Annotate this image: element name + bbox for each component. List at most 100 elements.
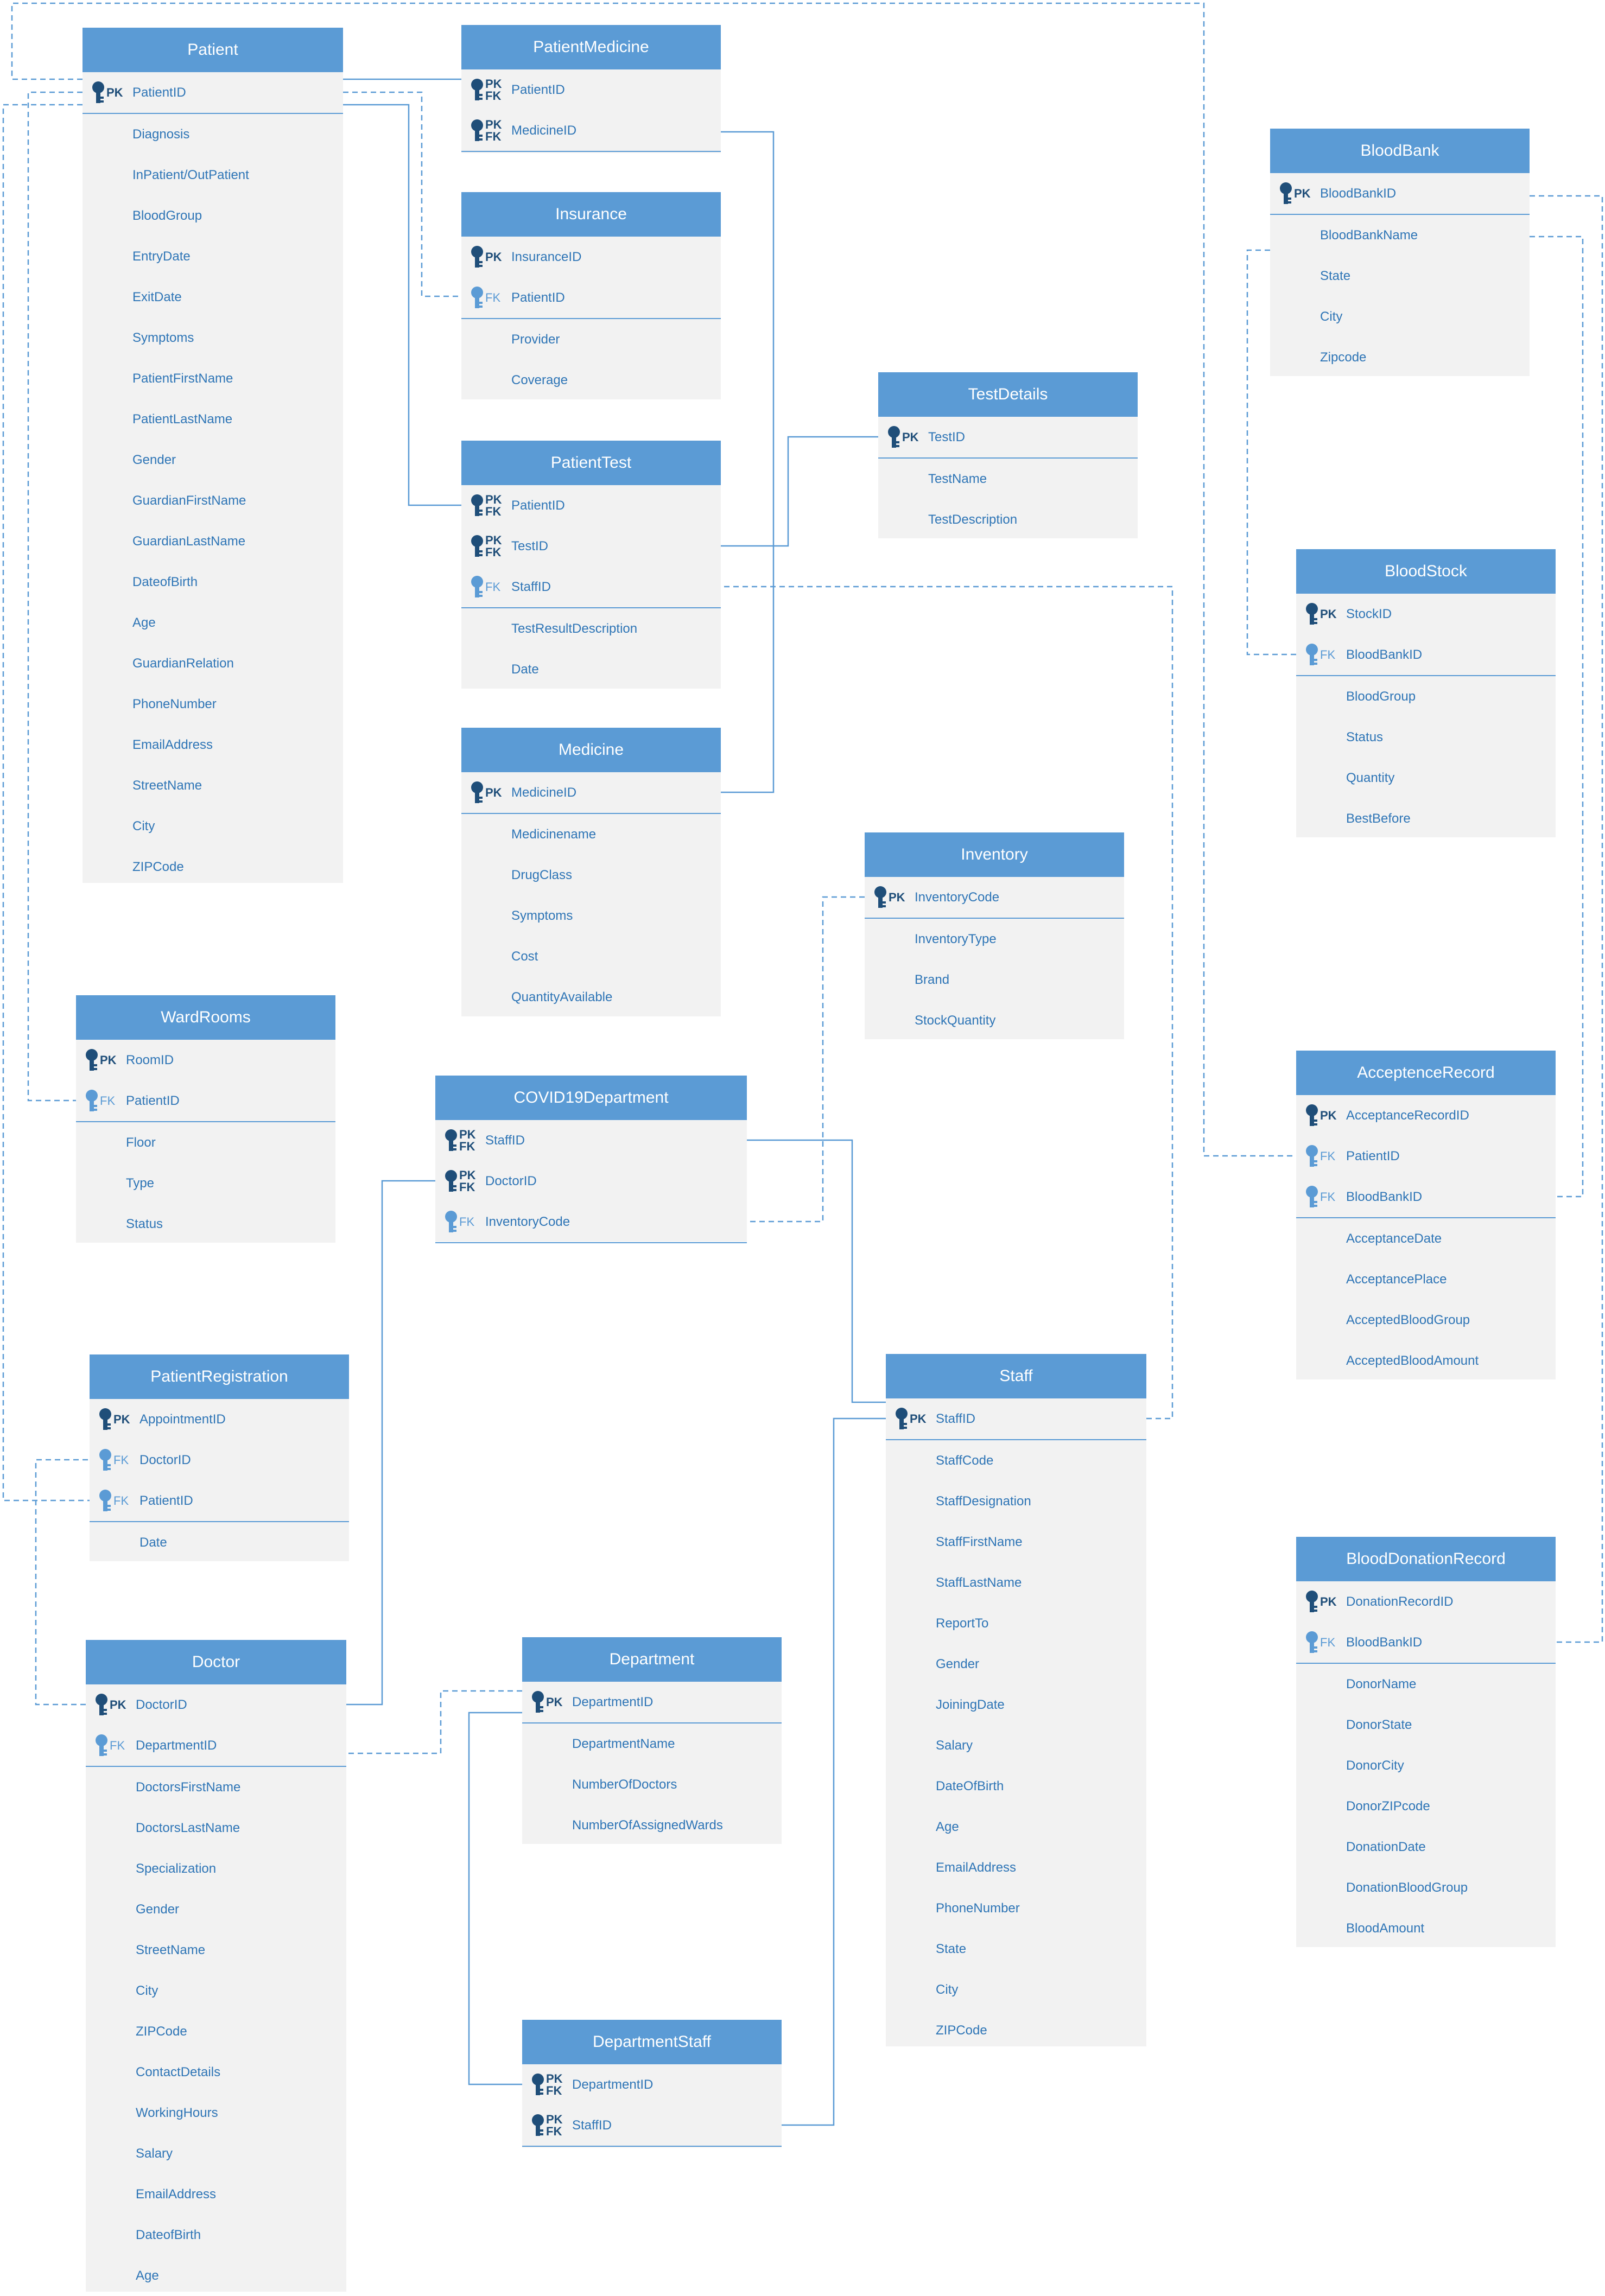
attribute-field[interactable]: BestBefore <box>1296 798 1556 839</box>
key-field[interactable]: PK FK TestID <box>461 526 721 567</box>
attribute-field[interactable]: Date <box>461 649 721 690</box>
attribute-field[interactable]: ZIPCode <box>886 2010 1146 2051</box>
attribute-field[interactable]: Medicinename <box>461 814 721 855</box>
attribute-field[interactable]: StaffCode <box>886 1440 1146 1481</box>
key-field[interactable]: PK FK StaffID <box>522 2105 782 2146</box>
attribute-field[interactable]: Status <box>1296 717 1556 758</box>
key-field[interactable]: FK BloodBankID <box>1296 1176 1556 1217</box>
attribute-field[interactable]: BloodGroup <box>1296 676 1556 717</box>
attribute-field[interactable]: Date <box>90 1522 349 1563</box>
attribute-field[interactable]: QuantityAvailable <box>461 977 721 1017</box>
attribute-field[interactable]: Brand <box>865 959 1124 1000</box>
key-field[interactable]: PK FK DoctorID <box>435 1161 747 1201</box>
attribute-field[interactable]: AcceptedBloodAmount <box>1296 1340 1556 1381</box>
key-field[interactable]: PK BloodBankID <box>1270 173 1530 214</box>
attribute-field[interactable]: City <box>886 1969 1146 2010</box>
key-field[interactable]: PK DonationRecordID <box>1296 1581 1556 1622</box>
attribute-field[interactable]: Symptoms <box>83 317 343 358</box>
attribute-field[interactable]: ZIPCode <box>86 2011 346 2052</box>
key-field[interactable]: PK StaffID <box>886 1398 1146 1439</box>
entity-covid19department[interactable]: COVID19Department PK FK StaffID PK FK DoctorID… <box>435 1076 747 1243</box>
entity-patienttest[interactable]: PatientTest PK FK PatientID PK FK TestID FK Staf… <box>461 441 721 689</box>
entity-patientregistration[interactable]: PatientRegistration PK AppointmentID FK Doct… <box>90 1354 349 1561</box>
attribute-field[interactable]: NumberOfDoctors <box>522 1764 782 1805</box>
attribute-field[interactable]: PhoneNumber <box>886 1888 1146 1929</box>
attribute-field[interactable]: StreetName <box>86 1930 346 1970</box>
entity-inventory[interactable]: Inventory PK InventoryCode InventoryType Bra… <box>865 832 1124 1039</box>
key-field[interactable]: FK BloodBankID <box>1296 1622 1556 1663</box>
attribute-field[interactable]: DonationDate <box>1296 1827 1556 1867</box>
attribute-field[interactable]: PatientFirstName <box>83 358 343 399</box>
attribute-field[interactable]: City <box>83 806 343 847</box>
entity-insurance[interactable]: Insurance PK InsuranceID FK PatientID Provide… <box>461 192 721 399</box>
key-field[interactable]: PK FK DepartmentID <box>522 2064 782 2105</box>
attribute-field[interactable]: BloodBankName <box>1270 215 1530 256</box>
key-field[interactable]: PK DoctorID <box>86 1684 346 1725</box>
entity-department[interactable]: Department PK DepartmentID DepartmentName Nu… <box>522 1637 782 1844</box>
key-field[interactable]: FK BloodBankID <box>1296 634 1556 675</box>
key-field[interactable]: PK PatientID <box>83 72 343 113</box>
attribute-field[interactable]: EmailAddress <box>86 2174 346 2215</box>
key-field[interactable]: FK PatientID <box>90 1480 349 1521</box>
attribute-field[interactable]: NumberOfAssignedWards <box>522 1805 782 1846</box>
attribute-field[interactable]: Gender <box>86 1889 346 1930</box>
key-field[interactable]: PK DepartmentID <box>522 1682 782 1722</box>
key-field[interactable]: FK StaffID <box>461 567 721 607</box>
attribute-field[interactable]: DonorZIPcode <box>1296 1786 1556 1827</box>
key-field[interactable]: FK DoctorID <box>90 1440 349 1480</box>
key-field[interactable]: PK MedicineID <box>461 772 721 813</box>
attribute-field[interactable]: Salary <box>886 1725 1146 1766</box>
key-field[interactable]: FK InventoryCode <box>435 1201 747 1242</box>
entity-blooddonationrecord[interactable]: BloodDonationRecord PK DonationRecordID FK B… <box>1296 1537 1556 1947</box>
attribute-field[interactable]: State <box>1270 256 1530 296</box>
key-field[interactable]: PK FK PatientID <box>461 485 721 526</box>
key-field[interactable]: PK AcceptanceRecordID <box>1296 1095 1556 1136</box>
key-field[interactable]: FK PatientID <box>76 1080 335 1121</box>
attribute-field[interactable]: ContactDetails <box>86 2052 346 2093</box>
key-field[interactable]: FK PatientID <box>461 277 721 318</box>
attribute-field[interactable]: BloodAmount <box>1296 1908 1556 1949</box>
entity-bloodstock[interactable]: BloodStock PK StockID FK BloodBankID BloodGro… <box>1296 549 1556 837</box>
key-field[interactable]: PK AppointmentID <box>90 1399 349 1440</box>
attribute-field[interactable]: State <box>886 1929 1146 1969</box>
attribute-field[interactable]: DonationBloodGroup <box>1296 1867 1556 1908</box>
attribute-field[interactable]: Gender <box>83 440 343 480</box>
attribute-field[interactable]: Quantity <box>1296 758 1556 798</box>
attribute-field[interactable]: DonorName <box>1296 1664 1556 1704</box>
attribute-field[interactable]: City <box>86 1970 346 2011</box>
attribute-field[interactable]: DateofBirth <box>83 562 343 602</box>
entity-testdetails[interactable]: TestDetails PK TestID TestName TestDescripti… <box>878 372 1138 538</box>
attribute-field[interactable]: InventoryType <box>865 919 1124 959</box>
key-field[interactable]: PK TestID <box>878 417 1138 457</box>
attribute-field[interactable]: AcceptanceDate <box>1296 1218 1556 1259</box>
key-field[interactable]: PK StockID <box>1296 594 1556 634</box>
attribute-field[interactable]: Age <box>83 602 343 643</box>
key-field[interactable]: PK InventoryCode <box>865 877 1124 918</box>
attribute-field[interactable]: DateOfBirth <box>886 1766 1146 1807</box>
attribute-field[interactable]: AcceptancePlace <box>1296 1259 1556 1300</box>
attribute-field[interactable]: DateofBirth <box>86 2215 346 2255</box>
entity-staff[interactable]: Staff PK StaffID StaffCode StaffDesignation S… <box>886 1354 1146 2046</box>
attribute-field[interactable]: Type <box>76 1163 335 1204</box>
attribute-field[interactable]: StockQuantity <box>865 1000 1124 1041</box>
key-field[interactable]: PK RoomID <box>76 1040 335 1080</box>
attribute-field[interactable]: StaffDesignation <box>886 1481 1146 1522</box>
attribute-field[interactable]: DoctorsLastName <box>86 1808 346 1848</box>
entity-doctor[interactable]: Doctor PK DoctorID FK DepartmentID DoctorsFir… <box>86 1640 346 2292</box>
attribute-field[interactable]: TestDescription <box>878 499 1138 540</box>
attribute-field[interactable]: Gender <box>886 1644 1146 1684</box>
attribute-field[interactable]: TestResultDescription <box>461 608 721 649</box>
attribute-field[interactable]: JoiningDate <box>886 1684 1146 1725</box>
attribute-field[interactable]: StaffFirstName <box>886 1522 1146 1562</box>
attribute-field[interactable]: StaffLastName <box>886 1562 1146 1603</box>
attribute-field[interactable]: WorkingHours <box>86 2093 346 2133</box>
attribute-field[interactable]: GuardianRelation <box>83 643 343 684</box>
attribute-field[interactable]: TestName <box>878 459 1138 499</box>
key-field[interactable]: FK DepartmentID <box>86 1725 346 1766</box>
entity-patient[interactable]: Patient PK PatientID Diagnosis InPatient/Out… <box>83 28 343 883</box>
attribute-field[interactable]: BloodGroup <box>83 195 343 236</box>
key-field[interactable]: PK FK PatientID <box>461 69 721 110</box>
attribute-field[interactable]: Floor <box>76 1122 335 1163</box>
key-field[interactable]: PK InsuranceID <box>461 237 721 277</box>
attribute-field[interactable]: Age <box>86 2255 346 2296</box>
